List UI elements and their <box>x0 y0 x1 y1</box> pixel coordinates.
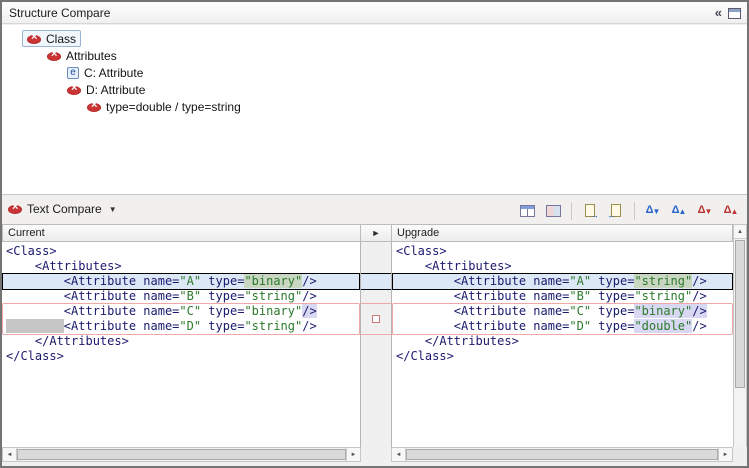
previous-difference-icon: Δ▲ <box>672 205 687 216</box>
change-icon <box>27 33 41 45</box>
change-icon <box>47 50 61 62</box>
change-icon <box>67 84 81 96</box>
code-line: </Class> <box>2 349 360 364</box>
toolbar-separator <box>634 202 635 220</box>
selected-diff-connector <box>361 273 391 290</box>
next-difference-icon: Δ▼ <box>646 205 661 216</box>
scroll-right-arrow[interactable]: ► <box>346 448 360 461</box>
tree-item[interactable]: type=double / type=string <box>2 98 747 115</box>
tree-item[interactable]: Class <box>2 30 747 47</box>
code-line: <Attribute name="B" type="string"/> <box>392 289 733 304</box>
tree-item[interactable]: e C: Attribute <box>2 64 747 81</box>
scroll-right-arrow[interactable]: ► <box>718 448 732 461</box>
right-pane-code: <Class> <Attributes> <Attribute name="A"… <box>392 244 733 364</box>
vertical-scrollbar: ▲ ▼ <box>733 224 747 462</box>
left-horizontal-scrollbar: ◄ ► <box>2 447 361 462</box>
code-line: <Attribute name="D" type="string"/> <box>2 319 360 334</box>
tree-item-label: Class <box>46 32 76 46</box>
change-icon <box>87 101 101 113</box>
code-line: </Class> <box>392 349 733 364</box>
swap-panes-icon <box>546 205 561 217</box>
text-compare-toolbar: Text Compare ▼ → ← Δ▼ Δ▲ Δ▼ Δ▲ <box>2 194 747 224</box>
right-horizontal-scrollbar-thumb[interactable] <box>406 449 718 460</box>
copy-all-left-to-right-button[interactable]: → <box>578 199 602 222</box>
code-line: <Class> <box>392 244 733 259</box>
gutter-header: ► <box>361 224 391 242</box>
swap-panes-button[interactable] <box>541 199 565 222</box>
code-line: <Attributes> <box>392 259 733 274</box>
left-horizontal-scrollbar-thumb[interactable] <box>17 449 346 460</box>
code-line: <Attribute name="A" type="binary"/> <box>2 274 360 289</box>
left-text-pane[interactable]: <Class> <Attributes> <Attribute name="A"… <box>2 242 361 447</box>
code-line: <Attributes> <box>2 259 360 274</box>
code-line: </Attributes> <box>2 334 360 349</box>
next-difference-button[interactable]: Δ▼ <box>641 199 665 222</box>
text-compare-title: Text Compare <box>27 202 102 216</box>
horizontal-scrollbar-row: ◄ ► ◄ ► <box>2 447 747 462</box>
previous-change-button[interactable]: Δ▲ <box>719 199 743 222</box>
left-pane-header: Current <box>2 224 361 242</box>
compare-editor-window: Structure Compare « Class Attributes e C: A… <box>0 0 749 468</box>
code-line: <Class> <box>2 244 360 259</box>
text-compare-title-area[interactable]: Text Compare ▼ <box>8 202 117 216</box>
code-line: <Attribute name="D" type="double"/> <box>392 319 733 334</box>
right-text-pane[interactable]: <Class> <Attributes> <Attribute name="A"… <box>391 242 733 447</box>
tree-item-label: Attributes <box>66 49 117 63</box>
maximize-pane-icon[interactable] <box>728 8 741 19</box>
ancestor-pane-icon <box>520 205 535 217</box>
vertical-scrollbar-thumb[interactable] <box>735 240 745 388</box>
toolbar-separator <box>571 202 572 220</box>
scrollbar-corner <box>733 447 747 462</box>
compare-body: <Class> <Attributes> <Attribute name="A"… <box>2 242 747 447</box>
scroll-up-arrow[interactable]: ▲ <box>734 225 746 239</box>
tree-item-label: C: Attribute <box>84 66 143 80</box>
tree-item[interactable]: Attributes <box>2 47 747 64</box>
next-change-icon: Δ▼ <box>698 205 713 216</box>
structure-compare-title: Structure Compare <box>9 6 110 20</box>
previous-change-icon: Δ▲ <box>724 205 739 216</box>
tree-item-label: type=double / type=string <box>106 100 241 114</box>
gutter-footer <box>361 447 391 462</box>
structure-tree: Class Attributes e C: Attribute D: Attribute… <box>2 25 747 194</box>
previous-difference-button[interactable]: Δ▲ <box>667 199 691 222</box>
code-line: <Attribute name="B" type="string"/> <box>2 289 360 304</box>
tree-item-label: D: Attribute <box>86 83 145 97</box>
code-line: <Attribute name="C" type="binary"/> <box>2 304 360 319</box>
copy-right-to-left-icon: ← <box>611 204 621 217</box>
diff-merge-handle[interactable] <box>372 315 380 323</box>
next-change-button[interactable]: Δ▼ <box>693 199 717 222</box>
right-horizontal-scrollbar: ◄ ► <box>391 447 733 462</box>
scroll-left-arrow[interactable]: ◄ <box>3 448 17 461</box>
copy-left-to-right-icon: → <box>585 204 595 217</box>
copy-all-right-to-left-button[interactable]: ← <box>604 199 628 222</box>
chevron-down-icon[interactable]: ▼ <box>109 205 117 214</box>
tree-item[interactable]: D: Attribute <box>2 81 747 98</box>
compare-column-headers: Current ► Upgrade <box>2 224 747 242</box>
collapse-pane-icon[interactable]: « <box>715 5 722 21</box>
code-line: <Attribute name="A" type="string"/> <box>392 274 733 289</box>
code-line: <Attribute name="C" type="binary"/> <box>392 304 733 319</box>
ancestor-pane-button[interactable] <box>515 199 539 222</box>
element-icon: e <box>67 67 79 79</box>
change-icon <box>8 203 22 215</box>
scroll-left-arrow[interactable]: ◄ <box>392 448 406 461</box>
right-pane-header: Upgrade <box>391 224 733 242</box>
code-line: </Attributes> <box>392 334 733 349</box>
merge-direction-icon[interactable]: ► <box>372 228 381 238</box>
structure-compare-header: Structure Compare « <box>2 2 747 24</box>
left-pane-code: <Class> <Attributes> <Attribute name="A"… <box>2 244 360 364</box>
